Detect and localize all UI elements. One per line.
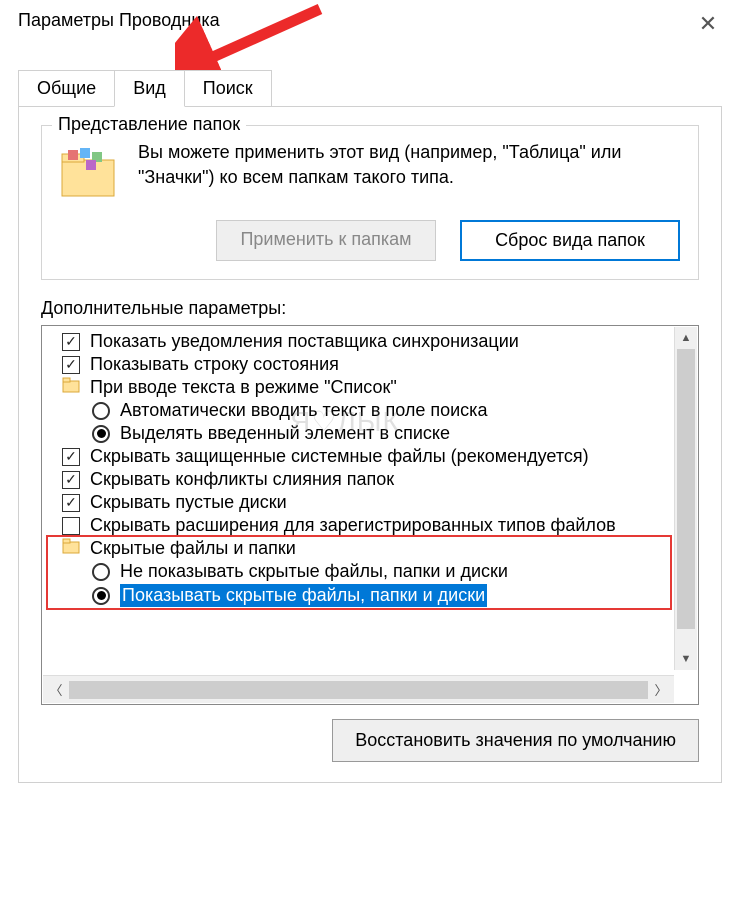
checkbox-icon[interactable] xyxy=(62,471,80,489)
tree-item[interactable]: Не показывать скрытые файлы, папки и дис… xyxy=(42,560,698,583)
vertical-scrollbar[interactable]: ▲ ▼ xyxy=(674,327,697,670)
radio-icon[interactable] xyxy=(92,425,110,443)
window-title: Параметры Проводника xyxy=(18,10,220,31)
radio-icon[interactable] xyxy=(92,563,110,581)
tree-item-label: Выделять введенный элемент в списке xyxy=(120,423,450,444)
checkbox-icon[interactable] xyxy=(62,448,80,466)
tree-item-label: Скрывать пустые диски xyxy=(90,492,287,513)
folder-views-group: Представление папок Вы можете применить … xyxy=(41,125,699,280)
folder-icon xyxy=(62,538,90,559)
tree-item[interactable]: Показать уведомления поставщика синхрони… xyxy=(42,330,698,353)
tree-item[interactable]: Скрытые файлы и папки xyxy=(42,537,698,560)
tree-item-label: Автоматически вводить текст в поле поиск… xyxy=(120,400,487,421)
scroll-thumb[interactable] xyxy=(677,349,695,629)
restore-defaults-button[interactable]: Восстановить значения по умолчанию xyxy=(332,719,699,762)
tree-item[interactable]: Автоматически вводить текст в поле поиск… xyxy=(42,399,698,422)
radio-icon[interactable] xyxy=(92,587,110,605)
scroll-left-arrow[interactable]: 〈 xyxy=(43,676,69,703)
checkbox-icon[interactable] xyxy=(62,517,80,535)
tree-item[interactable]: Скрывать расширения для зарегистрированн… xyxy=(42,514,698,537)
tree-item[interactable]: Скрывать пустые диски xyxy=(42,491,698,514)
tree-item-label: Скрывать расширения для зарегистрированн… xyxy=(90,515,616,536)
apply-to-folders-button: Применить к папкам xyxy=(216,220,436,261)
tree-item-label: Скрывать защищенные системные файлы (рек… xyxy=(90,446,589,467)
checkbox-icon[interactable] xyxy=(62,494,80,512)
tree-item-label: Показывать строку состояния xyxy=(90,354,339,375)
tree-item-label: Показать уведомления поставщика синхрони… xyxy=(90,331,519,352)
tree-item-label: При вводе текста в режиме "Список" xyxy=(90,377,397,398)
tree-item-label: Скрывать конфликты слияния папок xyxy=(90,469,394,490)
radio-icon[interactable] xyxy=(92,402,110,420)
tree-item-label: Показывать скрытые файлы, папки и диски xyxy=(120,584,487,607)
checkbox-icon[interactable] xyxy=(62,356,80,374)
tree-item-label: Не показывать скрытые файлы, папки и дис… xyxy=(120,561,508,582)
advanced-settings-label: Дополнительные параметры: xyxy=(41,298,699,319)
folder-views-legend: Представление папок xyxy=(52,114,246,135)
folder-views-description: Вы можете применить этот вид (например, … xyxy=(138,140,680,190)
tree-item[interactable]: При вводе текста в режиме "Список" xyxy=(42,376,698,399)
tree-item[interactable]: Скрывать защищенные системные файлы (рек… xyxy=(42,445,698,468)
folder-icon xyxy=(60,146,120,206)
scroll-down-arrow[interactable]: ▼ xyxy=(675,648,697,670)
tab-view[interactable]: Вид xyxy=(114,70,185,107)
scroll-up-arrow[interactable]: ▲ xyxy=(675,327,697,349)
reset-folders-button[interactable]: Сброс вида папок xyxy=(460,220,680,261)
tree-item-label: Скрытые файлы и папки xyxy=(90,538,296,559)
folder-icon xyxy=(62,377,90,398)
tab-search[interactable]: Поиск xyxy=(184,70,272,107)
tree-item[interactable]: Показывать скрытые файлы, папки и диски xyxy=(42,583,698,608)
checkbox-icon[interactable] xyxy=(62,333,80,351)
horizontal-scrollbar[interactable]: 〈 〉 xyxy=(43,675,674,703)
hscroll-thumb[interactable] xyxy=(69,681,648,699)
tree-item[interactable]: Выделять введенный элемент в списке xyxy=(42,422,698,445)
tab-general[interactable]: Общие xyxy=(18,70,115,107)
scroll-right-arrow[interactable]: 〉 xyxy=(648,676,674,703)
close-button[interactable]: ✕ xyxy=(694,10,722,38)
advanced-settings-tree[interactable]: Показать уведомления поставщика синхрони… xyxy=(41,325,699,705)
tree-item[interactable]: Скрывать конфликты слияния папок xyxy=(42,468,698,491)
tree-item[interactable]: Показывать строку состояния xyxy=(42,353,698,376)
tab-panel-view: Представление папок Вы можете применить … xyxy=(18,106,722,783)
